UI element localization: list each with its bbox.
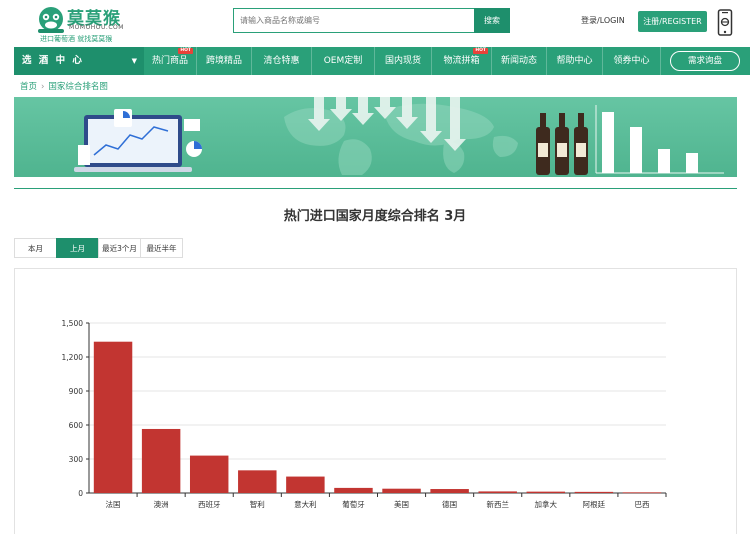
- banner-illustration: [74, 97, 724, 175]
- x-tick-label: 阿根廷: [583, 499, 606, 509]
- bar: [574, 491, 614, 493]
- main-nav: 选 酒 中 心 ▼ 热门商品 HOT 跨境精品 清仓特惠 OEM定制 国内现货 …: [14, 47, 750, 75]
- tab-last-half-year[interactable]: 最近半年: [140, 238, 183, 258]
- nav-item-clearance[interactable]: 清仓特惠: [252, 47, 312, 75]
- breadcrumb-current: 国家综合排名图: [48, 82, 108, 92]
- x-tick-label: 德国: [442, 499, 457, 509]
- chevron-down-icon: ▼: [131, 57, 137, 65]
- logo-monkey-icon: [38, 7, 64, 33]
- x-tick-label: 澳洲: [154, 499, 169, 509]
- category-menu[interactable]: 选 酒 中 心 ▼: [14, 47, 144, 75]
- country-ranking-bar-chart: 0 300 600 900 1,200 1,500 法国 澳洲 西班牙 智利 意大利 葡萄牙 美国 德国 新…: [62, 319, 667, 509]
- section-divider: [14, 188, 737, 189]
- y-tick-label: 300: [69, 455, 84, 464]
- y-tick-label: 600: [69, 421, 84, 430]
- logo[interactable]: 莫莫猴 MOMOHOU.COM 进口葡萄酒 就找莫莫猴: [36, 3, 126, 43]
- y-tick-label: 0: [78, 489, 83, 498]
- bar: [286, 476, 325, 493]
- y-tick-label: 900: [69, 387, 84, 396]
- x-tick-label: 西班牙: [198, 499, 221, 509]
- nav-item-label: 热门商品: [151, 56, 188, 66]
- bar: [238, 470, 277, 493]
- tab-last-month[interactable]: 上月: [56, 238, 99, 258]
- x-tick-label: 新西兰: [486, 499, 509, 509]
- mobile-phone-icon[interactable]: [717, 9, 733, 37]
- x-tick-label: 美国: [394, 499, 409, 509]
- nav-item-label: 帮助中心: [556, 56, 593, 66]
- hot-badge: HOT: [178, 48, 193, 54]
- nav-item-label: 跨境精品: [205, 56, 242, 66]
- nav-item-hot-products[interactable]: 热门商品 HOT: [144, 47, 197, 75]
- bar: [189, 455, 229, 493]
- login-link[interactable]: 登录/LOGIN: [581, 15, 625, 26]
- x-tick-label: 意大利: [294, 499, 317, 509]
- x-tick-label: 加拿大: [535, 499, 558, 509]
- search-input[interactable]: [233, 8, 474, 33]
- banner-image: [14, 97, 737, 177]
- breadcrumb: 首页 › 国家综合排名图: [20, 80, 108, 92]
- bar: [622, 492, 662, 494]
- nav-item-coupons[interactable]: 领券中心: [603, 47, 661, 75]
- tab-last-3-months[interactable]: 最近3个月: [98, 238, 141, 258]
- nav-item-oem[interactable]: OEM定制: [312, 47, 375, 75]
- demand-inquiry-button[interactable]: 需求询盘: [670, 51, 740, 71]
- nav-item-label: 国内现货: [384, 56, 421, 66]
- nav-item-news[interactable]: 新闻动态: [492, 47, 547, 75]
- y-tick-label: 1,200: [62, 353, 84, 362]
- category-menu-label: 选 酒 中 心: [22, 55, 84, 66]
- bar: [93, 341, 133, 493]
- y-tick-label: 1,500: [62, 319, 84, 328]
- nav-item-label: OEM定制: [323, 56, 363, 66]
- laptop-icon: [74, 109, 202, 172]
- x-tick-label: 智利: [250, 499, 265, 509]
- x-tick-label: 法国: [106, 499, 121, 509]
- nav-item-help[interactable]: 帮助中心: [547, 47, 603, 75]
- bar: [478, 491, 517, 493]
- hot-badge: HOT: [473, 48, 488, 54]
- nav-item-label: 清仓特惠: [263, 56, 300, 66]
- nav-item-logistics[interactable]: 物流拼箱 HOT: [432, 47, 492, 75]
- register-button[interactable]: 注册/REGISTER: [638, 11, 707, 32]
- tab-this-month[interactable]: 本月: [14, 238, 57, 258]
- site-header: 莫莫猴 MOMOHOU.COM 进口葡萄酒 就找莫莫猴 搜索 登录/LOGIN …: [0, 0, 750, 46]
- nav-item-label: 领券中心: [613, 56, 650, 66]
- nav-item-domestic-stock[interactable]: 国内现货: [375, 47, 432, 75]
- search-bar: 搜索: [233, 8, 510, 33]
- bar: [382, 488, 421, 493]
- page-title: 热门进口国家月度综合排名 3月: [283, 209, 467, 224]
- breadcrumb-home[interactable]: 首页: [20, 82, 37, 92]
- nav-item-cross-border[interactable]: 跨境精品: [197, 47, 252, 75]
- wine-bottles-icon: [536, 113, 588, 175]
- search-button[interactable]: 搜索: [474, 8, 510, 33]
- nav-item-label: 物流拼箱: [443, 56, 480, 66]
- x-tick-label: 葡萄牙: [342, 499, 365, 509]
- ranking-chart-panel: 0 300 600 900 1,200 1,500 法国 澳洲 西班牙 智利 意大利 葡萄牙 美国 德国 新…: [14, 268, 737, 534]
- logo-domain: MOMOHOU.COM: [69, 24, 124, 31]
- bar: [141, 428, 181, 493]
- x-tick-label: 巴西: [634, 500, 649, 509]
- nav-item-label: 新闻动态: [500, 56, 537, 66]
- breadcrumb-separator: ›: [41, 82, 45, 92]
- bar: [334, 487, 373, 493]
- logo-slogan: 进口葡萄酒 就找莫莫猴: [40, 35, 113, 43]
- bar: [430, 489, 469, 493]
- bar: [526, 491, 566, 493]
